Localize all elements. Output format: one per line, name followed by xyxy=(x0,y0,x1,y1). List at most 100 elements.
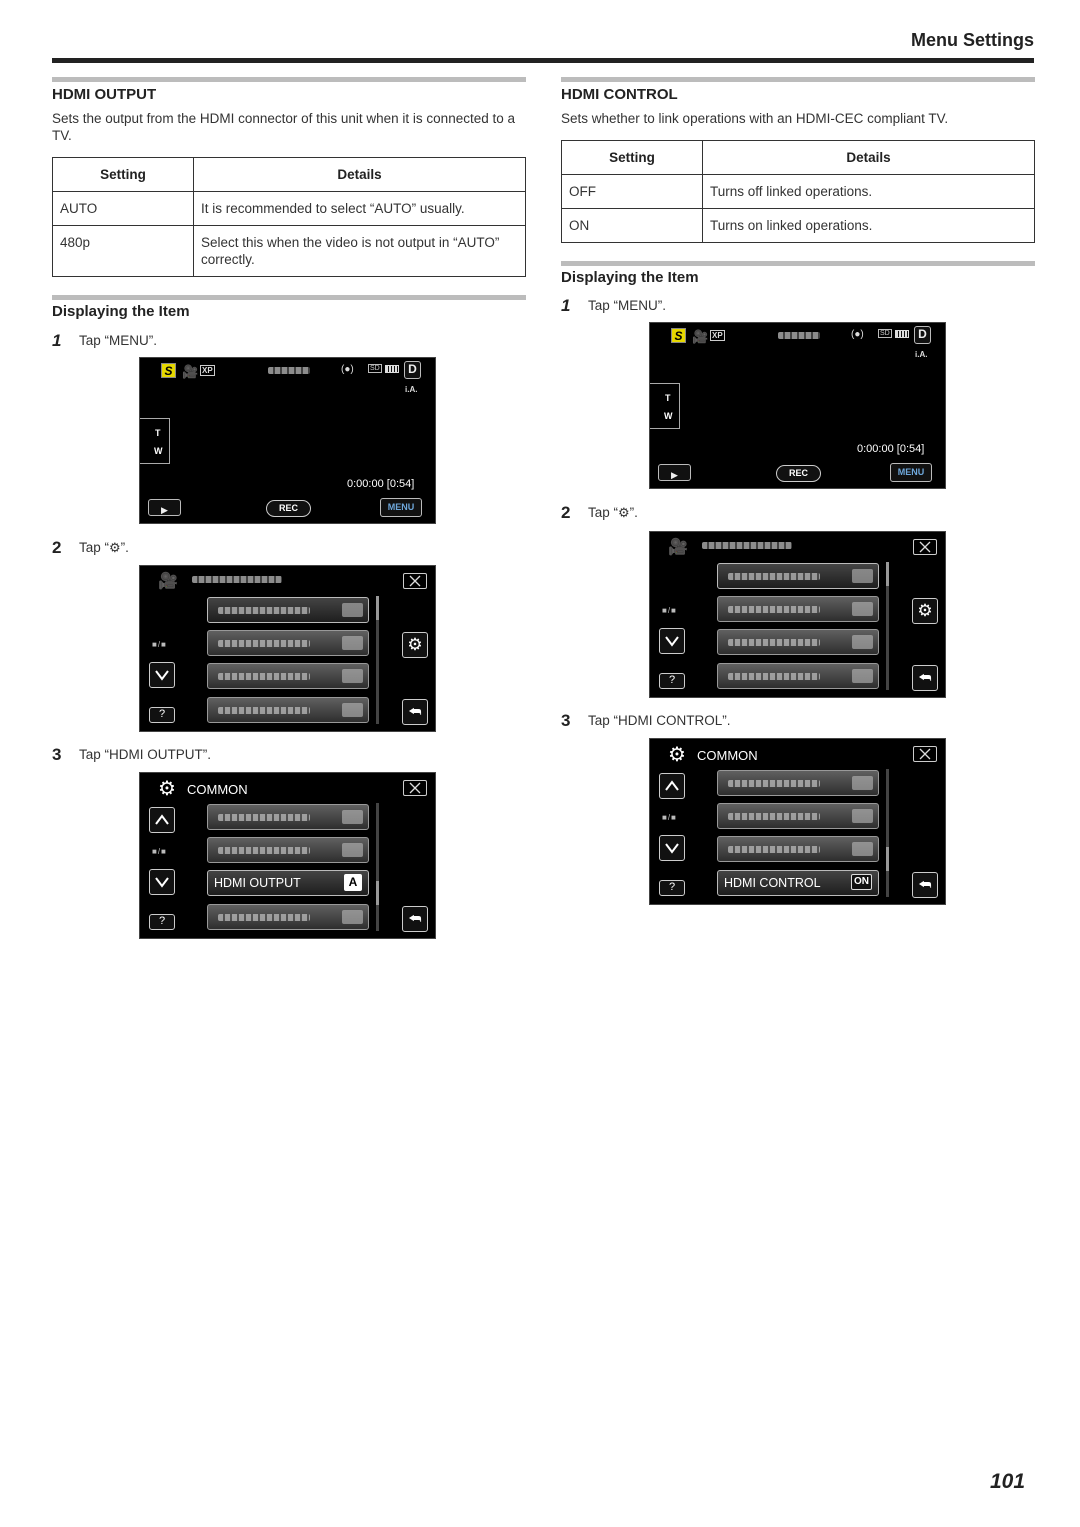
common-menu-screen: ⚙ COMMON HDMI CONTROL ON ■/■ ? ⮪ xyxy=(649,738,946,905)
settings-table: Setting Details AUTO It is recommended t… xyxy=(52,157,526,277)
play-icon: ▶ xyxy=(671,470,678,480)
subsection-divider xyxy=(561,261,1035,266)
setting-cell: 480p xyxy=(52,225,194,277)
help-button[interactable]: ? xyxy=(149,707,175,723)
sd-card-indicator: SD xyxy=(878,329,892,338)
scrollbar[interactable] xyxy=(886,562,889,690)
scroll-down-button[interactable] xyxy=(149,662,175,688)
blurred-menu-title xyxy=(192,576,282,583)
back-button[interactable]: ⮪ xyxy=(912,872,938,898)
remaining-time: [0:54] xyxy=(896,443,925,455)
recording-mode-button[interactable]: D xyxy=(404,361,421,379)
details-cell: Turns on linked operations. xyxy=(702,208,1035,243)
return-icon: ⮪ xyxy=(408,703,422,719)
rec-button[interactable]: REC xyxy=(776,465,821,482)
help-button[interactable]: ? xyxy=(659,673,685,689)
rec-button[interactable]: REC xyxy=(266,500,311,517)
scroll-down-button[interactable] xyxy=(149,869,175,895)
menu-item[interactable] xyxy=(207,804,369,830)
close-button[interactable] xyxy=(403,780,427,796)
header-rule xyxy=(52,58,1034,63)
section-divider xyxy=(561,77,1035,82)
back-button[interactable]: ⮪ xyxy=(402,906,428,932)
scroll-up-button[interactable] xyxy=(659,773,685,799)
zoom-wide-label: W xyxy=(154,446,163,456)
video-menu-screen: 🎥 ■/■ ? ⚙ ⮪ xyxy=(649,531,946,698)
blurred-menu-title xyxy=(702,542,792,549)
gear-icon: ⚙ xyxy=(407,635,423,654)
common-menu-screen: ⚙ COMMON HDMI OUTPUT A ■/■ ? ⮪ xyxy=(139,772,436,939)
settings-table: Setting Details OFF Turns off linked ope… xyxy=(561,140,1035,243)
zoom-wide-label: W xyxy=(664,411,673,421)
playback-button[interactable]: ▶ xyxy=(148,499,181,516)
scene-indicator: i.A. xyxy=(405,385,418,394)
menu-item[interactable] xyxy=(717,596,879,622)
zoom-control[interactable]: T W xyxy=(140,418,170,464)
close-icon xyxy=(919,541,931,553)
scroll-down-button[interactable] xyxy=(659,835,685,861)
menu-item-hdmi-output[interactable]: HDMI OUTPUT A xyxy=(207,870,369,896)
menu-item[interactable] xyxy=(207,837,369,863)
scrollbar[interactable] xyxy=(376,803,379,931)
menu-item[interactable] xyxy=(717,663,879,689)
common-settings-button[interactable]: ⚙ xyxy=(912,598,938,624)
scrollbar[interactable] xyxy=(886,769,889,897)
remaining-time: [0:54] xyxy=(386,478,415,490)
step-number: 1 xyxy=(561,296,571,315)
playback-button[interactable]: ▶ xyxy=(658,464,691,481)
step-text: ”. xyxy=(120,540,129,555)
table-row: OFF Turns off linked operations. xyxy=(561,174,1035,209)
stabilizer-icon: (●) xyxy=(851,329,864,340)
camera-record-screen: S 🎥 XP (●) SD D i.A. T W 0:00:00 [0:54] … xyxy=(139,357,436,524)
menu-item[interactable] xyxy=(207,597,369,623)
help-button[interactable]: ? xyxy=(149,914,175,930)
battery-icon xyxy=(895,330,909,338)
scrollbar[interactable] xyxy=(376,596,379,724)
zoom-control[interactable]: T W xyxy=(650,383,680,429)
zoom-tele-label: T xyxy=(665,393,671,403)
scroll-down-button[interactable] xyxy=(659,628,685,654)
setting-cell: AUTO xyxy=(52,191,194,226)
close-button[interactable] xyxy=(403,573,427,589)
elapsed-time: 0:00:00 xyxy=(857,443,894,455)
gear-icon: ⚙ xyxy=(158,778,176,800)
step-text: Tap “MENU”. xyxy=(588,298,667,313)
menu-item[interactable] xyxy=(717,770,879,796)
step-number: 3 xyxy=(52,745,62,764)
menu-item[interactable] xyxy=(717,803,879,829)
close-button[interactable] xyxy=(913,539,937,555)
return-icon: ⮪ xyxy=(408,910,422,926)
step-text: Tap “ xyxy=(79,540,110,555)
menu-item[interactable] xyxy=(207,697,369,723)
mode-icon: S xyxy=(671,328,686,343)
subsection-divider xyxy=(52,295,526,300)
close-button[interactable] xyxy=(913,746,937,762)
subsection-title: Displaying the Item xyxy=(561,269,699,286)
back-button[interactable]: ⮪ xyxy=(402,699,428,725)
video-camera-icon: 🎥 xyxy=(668,539,688,556)
play-icon: ▶ xyxy=(161,505,168,515)
step-number: 3 xyxy=(561,711,571,730)
page-indicator: ■/■ xyxy=(152,847,167,856)
menu-item[interactable] xyxy=(207,663,369,689)
menu-button[interactable]: MENU xyxy=(890,463,932,482)
menu-item[interactable] xyxy=(717,563,879,589)
stabilizer-icon: (●) xyxy=(341,364,354,375)
menu-item[interactable] xyxy=(207,904,369,930)
close-icon xyxy=(409,782,421,794)
section-title: HDMI CONTROL xyxy=(561,86,678,103)
menu-item-hdmi-control[interactable]: HDMI CONTROL ON xyxy=(717,870,879,896)
help-button[interactable]: ? xyxy=(659,880,685,896)
back-button[interactable]: ⮪ xyxy=(912,665,938,691)
menu-item[interactable] xyxy=(717,629,879,655)
recording-mode-button[interactable]: D xyxy=(914,326,931,344)
menu-button[interactable]: MENU xyxy=(380,498,422,517)
video-camera-icon: 🎥 xyxy=(692,329,709,344)
column-header-details: Details xyxy=(702,140,1035,175)
setting-cell: OFF xyxy=(561,174,703,209)
section-description: Sets whether to link operations with an … xyxy=(561,111,949,126)
common-settings-button[interactable]: ⚙ xyxy=(402,632,428,658)
menu-item[interactable] xyxy=(717,836,879,862)
scroll-up-button[interactable] xyxy=(149,807,175,833)
menu-item[interactable] xyxy=(207,630,369,656)
